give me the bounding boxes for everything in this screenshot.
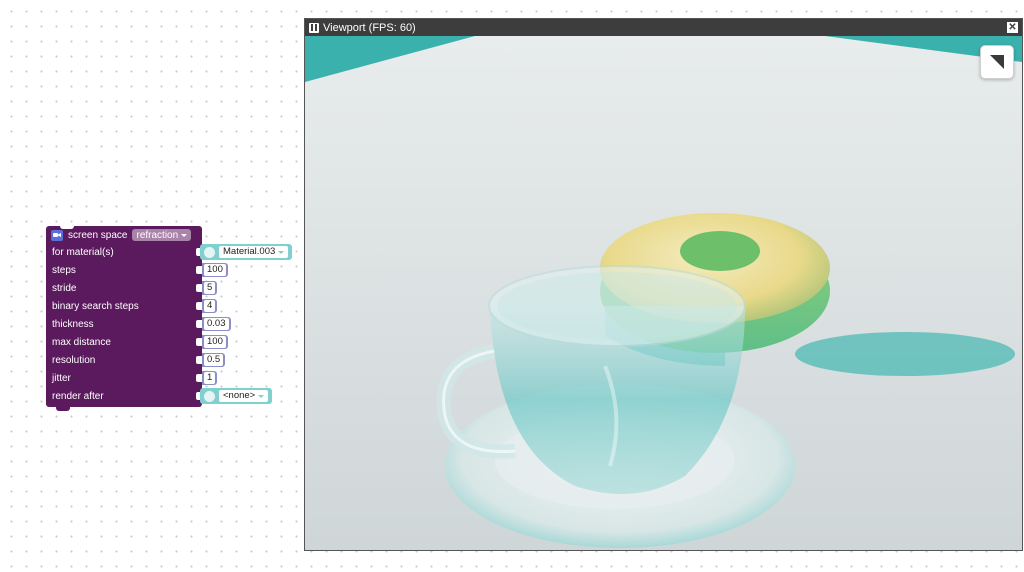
object-icon	[204, 390, 215, 402]
material-value: Material.003	[223, 246, 276, 257]
render-after-value: <none>	[223, 390, 256, 401]
row-thickness: thickness	[52, 317, 94, 331]
camera-icon	[51, 229, 63, 241]
viewport-title: Viewport (FPS: 60)	[323, 21, 416, 34]
viewport-titlebar[interactable]: Viewport (FPS: 60) ✕	[305, 19, 1022, 36]
viewport-window[interactable]: Viewport (FPS: 60) ✕	[304, 18, 1023, 551]
jitter-value-block[interactable]: 1	[202, 371, 218, 385]
render-after-selector-block[interactable]: <none>	[200, 388, 273, 404]
close-button[interactable]: ✕	[1007, 22, 1018, 33]
chevron-down-icon	[278, 250, 285, 254]
resolution-input[interactable]: 0.5	[204, 354, 224, 366]
block-bottom-tab	[56, 407, 70, 411]
row-label: steps	[52, 264, 76, 276]
viewport-canvas[interactable]	[305, 36, 1022, 550]
material-icon	[204, 246, 215, 258]
row-label: for material(s)	[52, 246, 114, 258]
row-render-after: render after	[52, 389, 104, 403]
render-after-dropdown[interactable]: <none>	[219, 390, 269, 402]
steps-input[interactable]: 100	[204, 264, 226, 276]
material-dropdown[interactable]: Material.003	[219, 246, 289, 258]
chevron-down-icon	[181, 233, 188, 237]
chevron-down-icon	[258, 394, 265, 398]
expand-icon	[990, 55, 1004, 69]
row-label: stride	[52, 282, 77, 294]
block-title: screen space	[68, 229, 128, 241]
expand-button[interactable]	[980, 45, 1014, 79]
pause-icon[interactable]	[309, 22, 319, 33]
steps-value-block[interactable]: 100	[202, 263, 228, 277]
max-distance-value-block[interactable]: 100	[202, 335, 228, 349]
row-for-materials: for material(s)	[52, 245, 114, 259]
thickness-value-block[interactable]: 0.03	[202, 317, 231, 331]
row-label: max distance	[52, 336, 111, 348]
jitter-input[interactable]: 1	[204, 372, 216, 384]
mode-dropdown[interactable]: refraction	[132, 229, 192, 241]
thickness-input[interactable]: 0.03	[204, 318, 229, 330]
scene-render	[305, 36, 1022, 550]
mode-dropdown-value: refraction	[136, 229, 179, 241]
row-label: resolution	[52, 354, 96, 366]
screen-space-block[interactable]: screen space refraction for material(s) …	[46, 226, 202, 411]
row-label: binary search steps	[52, 300, 139, 312]
row-stride: stride	[52, 281, 76, 295]
binary-search-steps-value-block[interactable]: 4	[202, 299, 218, 313]
row-max-distance: max distance	[52, 335, 111, 349]
stride-value-block[interactable]: 5	[202, 281, 218, 295]
block-header: screen space refraction	[51, 228, 192, 242]
binary-search-steps-input[interactable]: 4	[204, 300, 216, 312]
row-steps: steps	[52, 263, 76, 277]
material-selector-block[interactable]: Material.003	[200, 244, 293, 260]
row-resolution: resolution	[52, 353, 95, 367]
row-binary-search-steps: binary search steps	[52, 299, 139, 313]
row-label: thickness	[52, 318, 94, 330]
resolution-value-block[interactable]: 0.5	[202, 353, 226, 367]
stride-input[interactable]: 5	[204, 282, 216, 294]
row-jitter: jitter	[52, 371, 71, 385]
row-label: render after	[52, 390, 104, 402]
row-label: jitter	[52, 372, 71, 384]
max-distance-input[interactable]: 100	[204, 336, 226, 348]
